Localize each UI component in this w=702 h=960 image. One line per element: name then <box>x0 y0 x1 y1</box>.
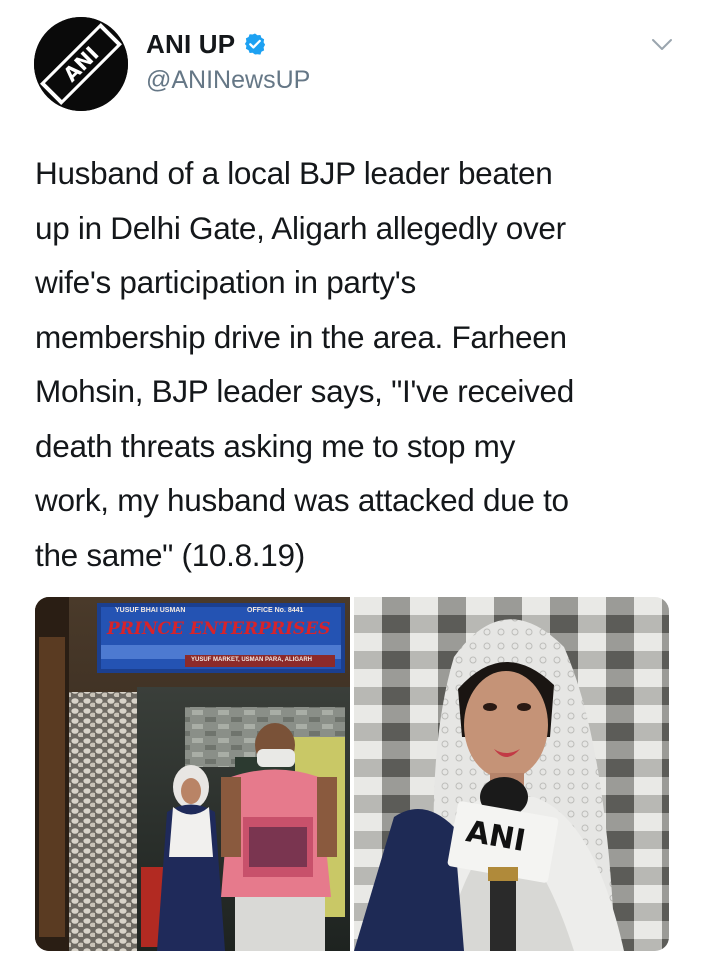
account-handle[interactable]: @ANINewsUP <box>146 66 310 95</box>
shop-front-image <box>35 597 350 951</box>
sign-office-text: OFFICE No. 8441 <box>247 607 304 614</box>
sign-top-left-text: YUSUF BHAI USMAN <box>115 607 186 614</box>
display-name[interactable]: ANI UP <box>146 29 235 60</box>
sign-address-text: YUSUF MARKET, USMAN PARA, ALIGARH <box>191 657 312 663</box>
tweet-card: ANI ANI UP @ANINewsUP Husband of a local… <box>0 0 702 960</box>
chevron-down-icon[interactable] <box>650 36 674 54</box>
sign-main-text: PRINCE ENTERPRISES <box>107 619 331 639</box>
interview-image <box>354 597 669 951</box>
ani-logo-icon: ANI <box>34 17 128 111</box>
photo-shop-front[interactable]: YUSUF BHAI USMAN OFFICE No. 8441 PRINCE … <box>35 597 350 951</box>
photo-interview[interactable]: ANI <box>354 597 669 951</box>
media-grid: YUSUF BHAI USMAN OFFICE No. 8441 PRINCE … <box>35 597 669 951</box>
avatar[interactable]: ANI <box>34 17 128 111</box>
tweet-text: Husband of a local BJP leader beaten up … <box>35 155 574 573</box>
account-info: ANI UP @ANINewsUP <box>146 28 310 95</box>
verified-badge-icon <box>245 33 266 55</box>
